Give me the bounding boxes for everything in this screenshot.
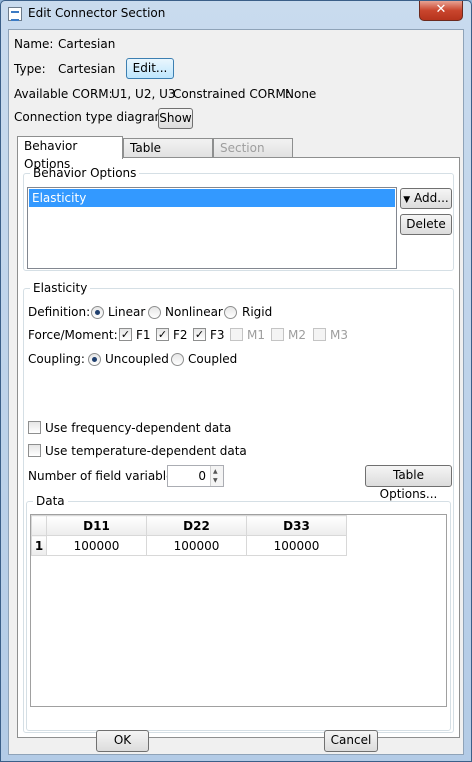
name-label: Name:: [14, 37, 54, 51]
column-header-d22[interactable]: D22: [146, 515, 247, 536]
table-options-button[interactable]: Table Options...: [365, 465, 452, 501]
table-cell-d11[interactable]: 100000: [46, 535, 147, 556]
delete-behavior-button[interactable]: Delete: [400, 214, 452, 235]
m1-checkbox: [230, 328, 243, 341]
m2-checkbox: [271, 328, 284, 341]
window-icon: [8, 7, 22, 21]
coupling-coupled-label: Coupled: [188, 352, 238, 366]
use-frequency-checkbox[interactable]: [28, 421, 41, 434]
m3-checkbox: [313, 328, 326, 341]
column-header-d11[interactable]: D11: [46, 515, 147, 536]
ok-button[interactable]: OK: [96, 730, 149, 752]
coupling-label: Coupling:: [28, 352, 85, 366]
definition-linear-label: Linear: [108, 305, 146, 319]
f2-checkbox[interactable]: ✓: [156, 328, 169, 341]
definition-rigid-label: Rigid: [242, 305, 273, 319]
f2-label: F2: [173, 328, 188, 342]
tab-table-options[interactable]: Table Options: [123, 138, 213, 173]
cancel-button[interactable]: Cancel: [324, 730, 378, 752]
add-behavior-label: Add...: [414, 191, 449, 205]
definition-rigid-radio[interactable]: [224, 306, 237, 319]
dialog-window: Edit Connector Section ✕ Name: Cartesian…: [0, 0, 472, 762]
type-value: Cartesian: [58, 62, 116, 76]
coupling-uncoupled-label: Uncoupled: [105, 352, 169, 366]
f3-label: F3: [210, 328, 225, 342]
table-header-row: D11 D22 D33: [31, 515, 347, 536]
window-title: Edit Connector Section: [28, 6, 166, 20]
m1-label: M1: [247, 328, 265, 342]
available-corm-value: U1, U2, U3: [111, 87, 176, 101]
table-row: 1 100000 100000 100000: [31, 535, 347, 556]
use-temperature-checkbox[interactable]: [28, 444, 41, 457]
data-table: D11 D22 D33 1 100000 100000 100000: [31, 515, 347, 556]
close-button[interactable]: ✕: [419, 1, 463, 21]
field-variables-spinner[interactable]: 0 ▲ ▼: [167, 465, 224, 487]
available-corm-label: Available CORM:: [14, 87, 113, 101]
elasticity-title: Elasticity: [30, 281, 91, 295]
m3-label: M3: [330, 328, 348, 342]
constrained-corm-label: Constrained CORM:: [173, 87, 290, 101]
data-title: Data: [33, 494, 68, 508]
elasticity-group: Elasticity Definition: Linear Nonlinear …: [23, 281, 454, 733]
behavior-list-item-elasticity[interactable]: Elasticity: [29, 189, 395, 207]
m2-label: M2: [288, 328, 306, 342]
field-variables-label: Number of field variables:: [28, 469, 184, 483]
edit-type-button[interactable]: Edit...: [126, 58, 174, 79]
coupling-coupled-radio[interactable]: [171, 353, 184, 366]
tab-section-data: Section Data: [213, 138, 293, 173]
use-frequency-label: Use frequency-dependent data: [45, 421, 232, 435]
title-bar[interactable]: Edit Connector Section ✕: [1, 1, 471, 28]
table-corner-cell: [31, 515, 47, 536]
behavior-list[interactable]: Elasticity: [27, 187, 397, 269]
definition-linear-radio[interactable]: [91, 306, 104, 319]
f1-label: F1: [136, 328, 151, 342]
constrained-corm-value: None: [285, 87, 317, 101]
spin-up-icon[interactable]: ▲: [213, 468, 218, 475]
table-cell-d33[interactable]: 100000: [246, 535, 347, 556]
field-variables-value: 0: [198, 469, 206, 483]
tab-behavior-options[interactable]: Behavior Options: [17, 136, 123, 171]
coupling-uncoupled-radio[interactable]: [88, 353, 101, 366]
row-index[interactable]: 1: [31, 535, 47, 556]
name-value: Cartesian: [58, 37, 116, 51]
data-group: Data D11 D22 D33 1 100000 100000 100000: [26, 494, 451, 731]
definition-label: Definition:: [28, 305, 91, 319]
dialog-body: Name: Cartesian Type: Cartesian Edit... …: [8, 29, 464, 755]
table-cell-d22[interactable]: 100000: [146, 535, 247, 556]
spinner-arrows[interactable]: ▲ ▼: [210, 466, 223, 486]
connection-diagram-label: Connection type diagram:: [14, 110, 171, 124]
use-temperature-label: Use temperature-dependent data: [45, 444, 247, 458]
type-label: Type:: [14, 62, 46, 76]
data-grid[interactable]: D11 D22 D33 1 100000 100000 100000: [30, 514, 447, 707]
f3-checkbox[interactable]: ✓: [193, 328, 206, 341]
definition-nonlinear-radio[interactable]: [148, 306, 161, 319]
definition-nonlinear-label: Nonlinear: [165, 305, 223, 319]
column-header-d33[interactable]: D33: [246, 515, 347, 536]
behavior-options-panel: Behavior Options Elasticity ▼ Add... Del…: [17, 157, 460, 738]
add-behavior-button[interactable]: ▼ Add...: [400, 188, 452, 209]
spin-down-icon[interactable]: ▼: [213, 477, 218, 484]
dropdown-arrow-icon: ▼: [403, 195, 411, 205]
force-moment-label: Force/Moment:: [28, 328, 118, 342]
show-diagram-button[interactable]: Show: [158, 108, 193, 129]
f1-checkbox[interactable]: ✓: [119, 328, 132, 341]
behavior-options-group: Behavior Options Elasticity ▼ Add... Del…: [23, 166, 454, 271]
